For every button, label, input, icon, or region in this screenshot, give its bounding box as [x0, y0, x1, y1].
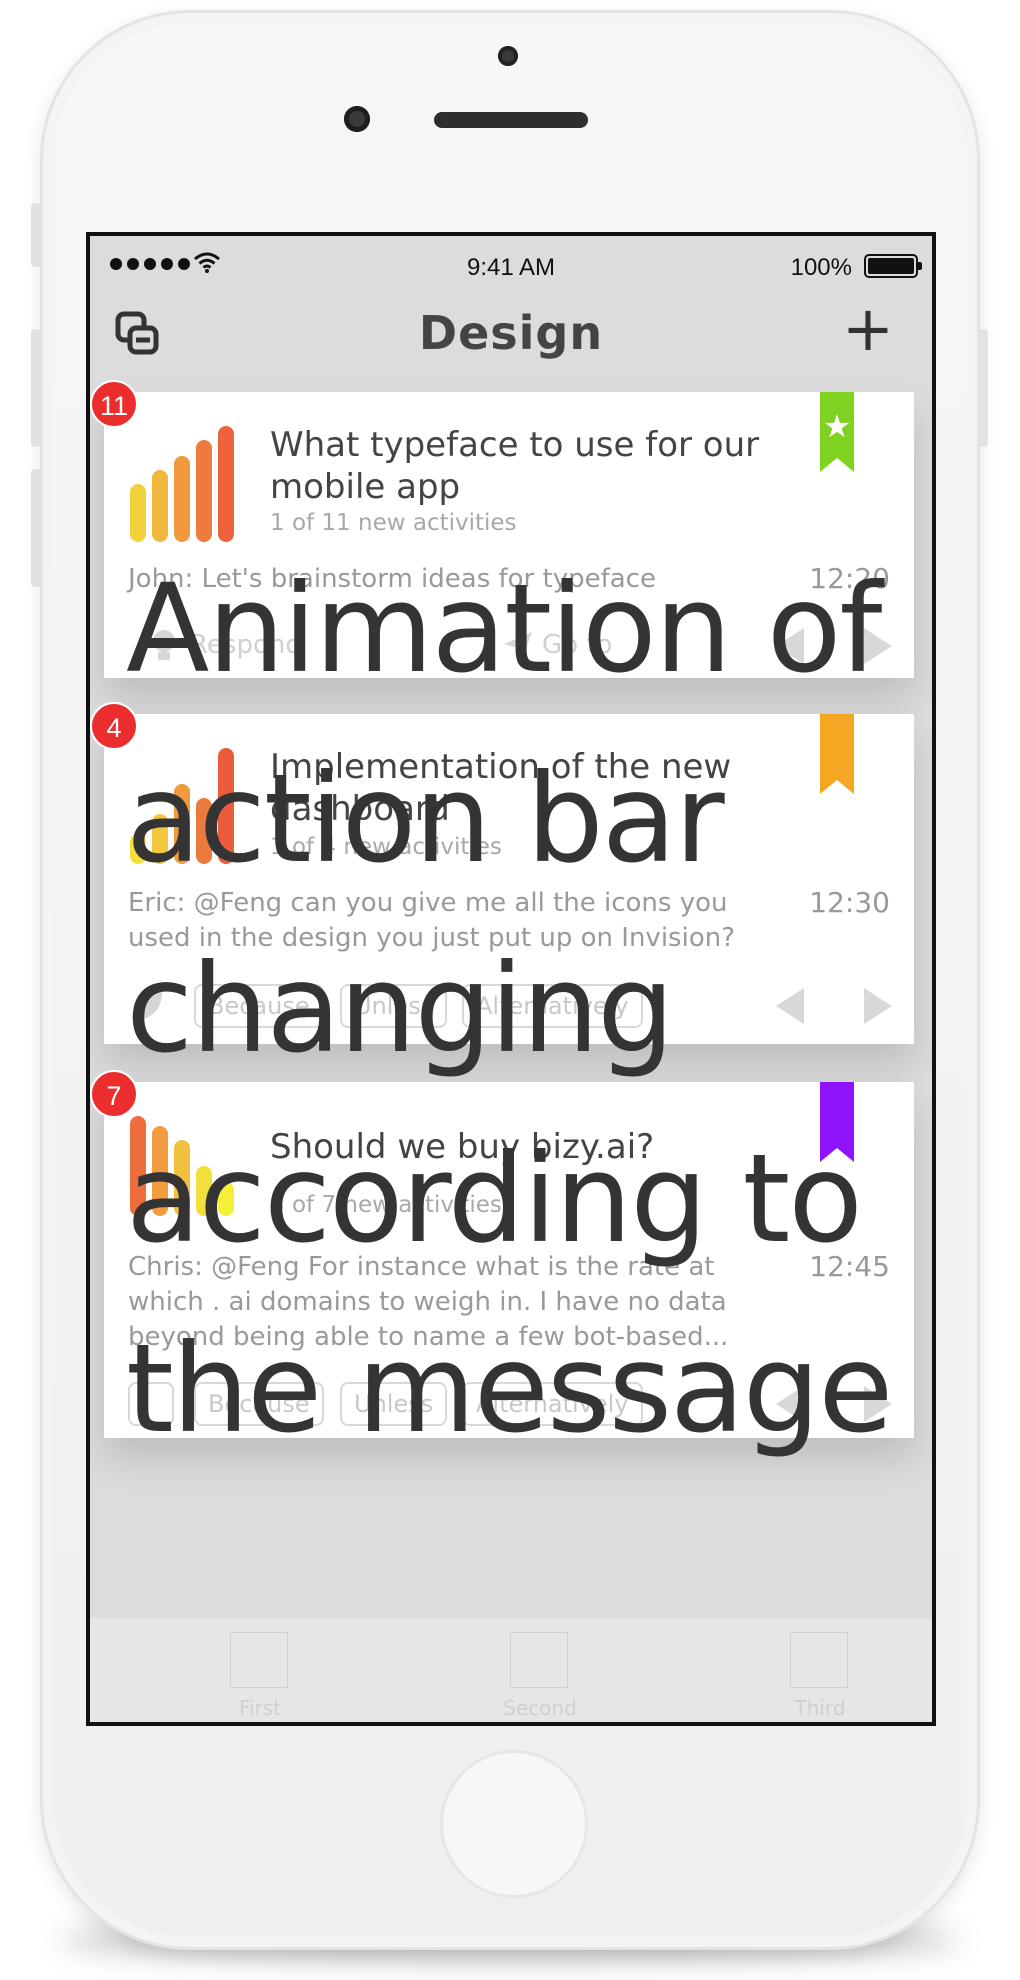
power-button	[978, 329, 988, 447]
action-bar: Because Unless Alternatively	[128, 1382, 898, 1428]
card-subtitle: 1 of 4 new activities	[270, 834, 502, 860]
bookmark-ribbon[interactable]	[820, 392, 854, 472]
navigation-bar: Design +	[90, 292, 932, 392]
arrow-right-icon[interactable]	[864, 1386, 892, 1422]
conversation-card[interactable]: 11 What typeface to use for our mobile a…	[90, 380, 914, 678]
tab-icon	[230, 1632, 288, 1688]
chip-alternatively[interactable]: Alternatively	[462, 984, 643, 1028]
leaf-icon[interactable]	[134, 988, 166, 1024]
bookmark-ribbon[interactable]	[820, 714, 854, 794]
chip-because[interactable]: Because	[194, 984, 324, 1028]
card-subtitle: 3 of 7 new activities	[270, 1192, 502, 1218]
unread-count-badge: 4	[90, 702, 138, 750]
unread-count-badge: 7	[90, 1070, 138, 1118]
chip-overflow[interactable]	[128, 1382, 174, 1426]
card-time: 12:20	[809, 562, 890, 595]
tab-icon	[790, 1632, 848, 1688]
tab-label: Second	[503, 1696, 577, 1720]
arrow-left-icon[interactable]	[776, 988, 804, 1024]
respond-action[interactable]: Respond	[190, 630, 302, 660]
battery-percentage: 100%	[790, 254, 852, 281]
app-screen: 9:41 AM 100% Design + 11 What typeface t…	[86, 232, 936, 1726]
mute-switch	[31, 203, 41, 267]
card-title: Implementation of the new dashboard	[270, 747, 732, 829]
card-message: Eric: @Feng can you give me all the icon…	[128, 888, 736, 953]
card-time: 12:45	[809, 1250, 890, 1283]
home-button[interactable]	[440, 1750, 588, 1898]
card-time: 12:30	[809, 886, 890, 919]
tab-second[interactable]: Second	[480, 1628, 600, 1720]
go-to-action[interactable]: Go to	[542, 630, 612, 660]
arrow-right-icon[interactable]	[864, 628, 892, 664]
unread-count-badge: 11	[90, 380, 138, 428]
chip-unless[interactable]: Unless	[340, 1382, 448, 1426]
card-title: Should we buy bizy.ai?	[270, 1127, 655, 1167]
tab-first[interactable]: First	[200, 1628, 320, 1720]
chip-unless[interactable]: Unless	[340, 984, 448, 1028]
card-subtitle: 1 of 11 new activities	[270, 510, 517, 536]
lightbulb-icon[interactable]	[148, 628, 180, 664]
arrow-right-icon[interactable]	[864, 988, 892, 1024]
action-bar: Because Unless Alternatively	[128, 984, 898, 1030]
conversation-card[interactable]: 4 Implementation of the new dashboard 1 …	[90, 702, 914, 1044]
card-message: John: Let's brainstorm ideas for typefac…	[128, 564, 656, 594]
arrow-left-icon[interactable]	[776, 1386, 804, 1422]
chip-because[interactable]: Because	[194, 1382, 324, 1426]
tab-third[interactable]: Third	[760, 1628, 880, 1720]
conversation-card[interactable]: 7 Should we buy bizy.ai? 3 of 7 new acti…	[90, 1070, 914, 1438]
card-message: Chris: @Feng For instance what is the ra…	[128, 1252, 729, 1352]
go-to-icon[interactable]	[502, 628, 534, 664]
tab-label: Third	[794, 1696, 846, 1720]
page-title: Design	[418, 306, 604, 360]
activity-bars-icon	[130, 1116, 234, 1216]
add-button[interactable]: +	[842, 298, 894, 360]
chip-alternatively[interactable]: Alternatively	[462, 1382, 643, 1426]
proximity-sensor	[344, 106, 370, 132]
card-title: What typeface to use for our mobile app	[270, 425, 760, 507]
earpiece-speaker	[434, 112, 588, 128]
activity-bars-icon	[130, 426, 234, 542]
activity-bars-icon	[130, 748, 234, 864]
battery-icon	[864, 254, 922, 278]
bookmark-ribbon[interactable]	[820, 1082, 854, 1162]
tab-bar: First Second Third	[90, 1618, 932, 1722]
front-camera	[498, 46, 518, 66]
volume-down-button	[31, 469, 41, 587]
action-bar: Respond Go to	[128, 624, 898, 670]
tab-icon	[510, 1632, 568, 1688]
arrow-left-icon[interactable]	[776, 628, 804, 664]
status-bar: 9:41 AM 100%	[90, 236, 932, 292]
tab-label: First	[238, 1696, 282, 1720]
volume-up-button	[31, 329, 41, 447]
